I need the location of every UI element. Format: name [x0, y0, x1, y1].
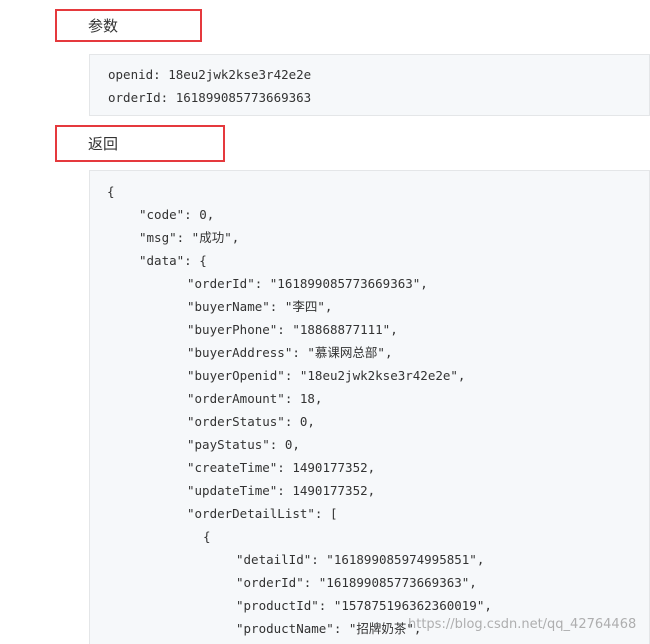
code-line: "buyerAddress": "慕课网总部", — [187, 345, 393, 360]
api-doc-page: 参数 openid: 18eu2jwk2kse3r42e2e orderId: … — [0, 0, 650, 644]
code-line: "orderId": "161899085773669363", — [236, 575, 477, 590]
params-heading-box — [55, 9, 202, 42]
code-line: "productId": "157875196362360019", — [236, 598, 492, 613]
code-line: "orderDetailList": [ — [187, 506, 338, 521]
code-line: openid: 18eu2jwk2kse3r42e2e — [108, 67, 312, 82]
params-code-block: openid: 18eu2jwk2kse3r42e2e orderId: 161… — [89, 54, 650, 116]
code-line: "msg": "成功", — [139, 230, 240, 245]
response-heading: 返回 — [88, 135, 119, 153]
code-line: "payStatus": 0, — [187, 437, 300, 452]
response-heading-box — [55, 125, 225, 162]
watermark: https://blog.csdn.net/qq_42764468 — [408, 617, 637, 632]
code-line: "buyerName": "李四", — [187, 299, 333, 314]
code-line: "detailId": "161899085974995851", — [236, 552, 485, 567]
code-line: "createTime": 1490177352, — [187, 460, 376, 475]
code-line: "orderId": "161899085773669363", — [187, 276, 428, 291]
code-line: { — [107, 184, 115, 199]
code-line: "productName": "招牌奶茶", — [236, 621, 422, 636]
params-heading: 参数 — [88, 17, 119, 35]
code-line: orderId: 161899085773669363 — [108, 90, 312, 105]
code-line: "orderStatus": 0, — [187, 414, 315, 429]
code-line: "code": 0, — [139, 207, 215, 222]
code-line: "updateTime": 1490177352, — [187, 483, 376, 498]
code-line: { — [203, 529, 211, 544]
code-line: "data": { — [139, 253, 207, 268]
response-code-block: { "code": 0, "msg": "成功", "data": { "ord… — [89, 170, 650, 644]
code-line: "buyerOpenid": "18eu2jwk2kse3r42e2e", — [187, 368, 466, 383]
code-line: "orderAmount": 18, — [187, 391, 323, 406]
code-line: "buyerPhone": "18868877111", — [187, 322, 398, 337]
